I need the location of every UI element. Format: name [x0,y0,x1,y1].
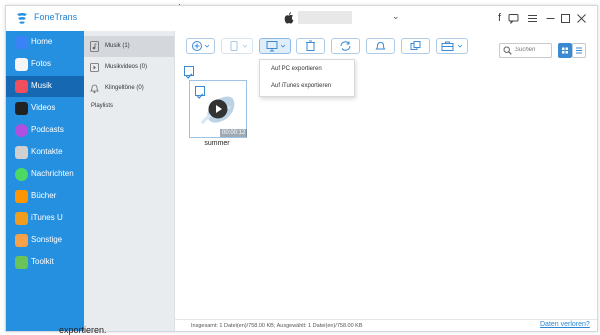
sidebar-item-itunes-u[interactable]: iTunes U [6,208,84,229]
sidebar: Home Fotos Musik Videos Podcasts Kontakt… [6,31,84,331]
checkmark-icon [196,93,204,99]
caption-bottom: exportieren. [59,325,107,335]
chevron-down-icon[interactable]: ⌄ [392,11,400,22]
media-thumbnail[interactable]: 00:00:12 [189,80,248,138]
sidebar-item-musik[interactable]: Musik [6,76,84,97]
device-selector[interactable] [298,11,352,24]
subpanel-item-label: Musik (1) [105,43,130,49]
deduplicate-button[interactable] [401,38,430,54]
select-all-checkbox[interactable] [184,66,194,79]
subpanel-item-klingeltoene[interactable]: Klingeltöne (0) [84,78,174,99]
subpanel-item-label: Musikvideos (0) [105,64,148,70]
sidebar-item-label: Podcasts [31,125,64,134]
export-to-itunes-option[interactable]: Auf iTunes exportieren [271,83,331,89]
subpanel-item-label: Klingeltöne (0) [105,85,144,91]
sidebar-item-label: Nachrichten [31,169,74,178]
apple-icon [284,12,294,24]
status-text: Insgesamt: 1 Datei(en)/758.00 KB; Ausgew… [191,323,363,329]
sidebar-item-label: iTunes U [31,213,63,222]
toolkit-icon [15,256,28,269]
refresh-button[interactable] [331,38,360,54]
music-note-icon [90,41,99,52]
checkmark-icon [185,73,193,79]
search-input[interactable] [515,45,549,55]
fonetrans-window: FoneTrans ⌄ f Home Fotos Musik Videos Po… [5,5,598,332]
books-icon [15,190,28,203]
sidebar-item-nachrichten[interactable]: Nachrichten [6,164,84,185]
bell-icon [90,84,99,94]
sidebar-item-videos[interactable]: Videos [6,98,84,119]
facebook-icon[interactable]: f [494,13,505,24]
delete-button[interactable] [296,38,325,54]
add-icon [192,41,210,51]
subpanel-item-musik[interactable]: Musik (1) [84,36,174,57]
monitor-export-icon [266,41,286,52]
copy-icon [410,41,421,50]
sidebar-item-toolkit[interactable]: Toolkit [6,252,84,273]
duration-label: 00:00:12 [220,129,248,137]
feedback-icon[interactable] [508,13,519,24]
title-bar: FoneTrans ⌄ f [6,6,597,31]
contacts-icon [15,146,28,159]
file-name: summer [204,140,230,147]
status-bar: Insgesamt: 1 Datei(en)/758.00 KB; Ausgew… [174,319,597,331]
category-panel: Musik (1) Musikvideos (0) Klingeltöne (0… [84,31,175,331]
music-video-icon [90,63,99,72]
sidebar-item-label: Home [31,37,53,46]
playlists-heading[interactable]: Playlists [91,103,113,109]
play-icon[interactable] [208,99,228,119]
grid-icon [562,47,568,54]
item-checkbox[interactable] [195,86,205,99]
search-box[interactable] [499,43,552,58]
export-pc-button[interactable] [259,38,291,54]
bell-icon [375,41,386,50]
list-icon [576,47,582,54]
music-icon [15,80,28,93]
add-button[interactable] [186,38,215,54]
sidebar-item-sonstige[interactable]: Sonstige [6,230,84,251]
photos-icon [15,58,28,71]
phone-export-icon [230,41,248,51]
ringtone-button[interactable] [366,38,395,54]
toolbox-button[interactable] [436,38,468,54]
sidebar-item-home[interactable]: Home [6,32,84,53]
minimize-icon[interactable] [545,13,556,24]
search-icon [503,46,512,55]
sidebar-item-label: Musik [31,81,52,90]
messages-icon [15,168,28,181]
sidebar-item-label: Kontakte [31,147,63,156]
home-icon [15,36,28,49]
sidebar-item-fotos[interactable]: Fotos [6,54,84,75]
app-title: FoneTrans [34,12,78,22]
fonetrans-logo-icon [17,13,27,24]
sidebar-item-label: Sonstige [31,235,63,244]
close-icon[interactable] [576,13,587,24]
export-device-button[interactable] [221,38,253,54]
export-to-pc-option[interactable]: Auf PC exportieren [271,66,322,72]
trash-icon [306,40,315,51]
other-icon [15,234,28,247]
sidebar-item-label: Bücher [31,191,57,200]
data-lost-link[interactable]: Daten verloren? [540,321,590,328]
sidebar-item-buecher[interactable]: Bücher [6,186,84,207]
sidebar-item-label: Videos [31,103,56,112]
refresh-icon [340,41,351,51]
sidebar-item-label: Toolkit [31,257,54,266]
menu-icon[interactable] [527,13,538,24]
sidebar-item-podcasts[interactable]: Podcasts [6,120,84,141]
subpanel-item-musikvideos[interactable]: Musikvideos (0) [84,57,174,78]
export-dropdown-menu: Auf PC exportieren Auf iTunes exportiere… [259,59,355,97]
tv-icon [15,102,28,115]
itunes-u-icon [15,212,28,225]
toolbox-icon [441,41,463,51]
list-view-button[interactable] [572,43,586,58]
sidebar-item-label: Fotos [31,59,52,68]
sidebar-item-kontakte[interactable]: Kontakte [6,142,84,163]
grid-view-button[interactable] [558,43,572,58]
podcasts-icon [15,124,28,137]
maximize-icon[interactable] [560,13,571,24]
